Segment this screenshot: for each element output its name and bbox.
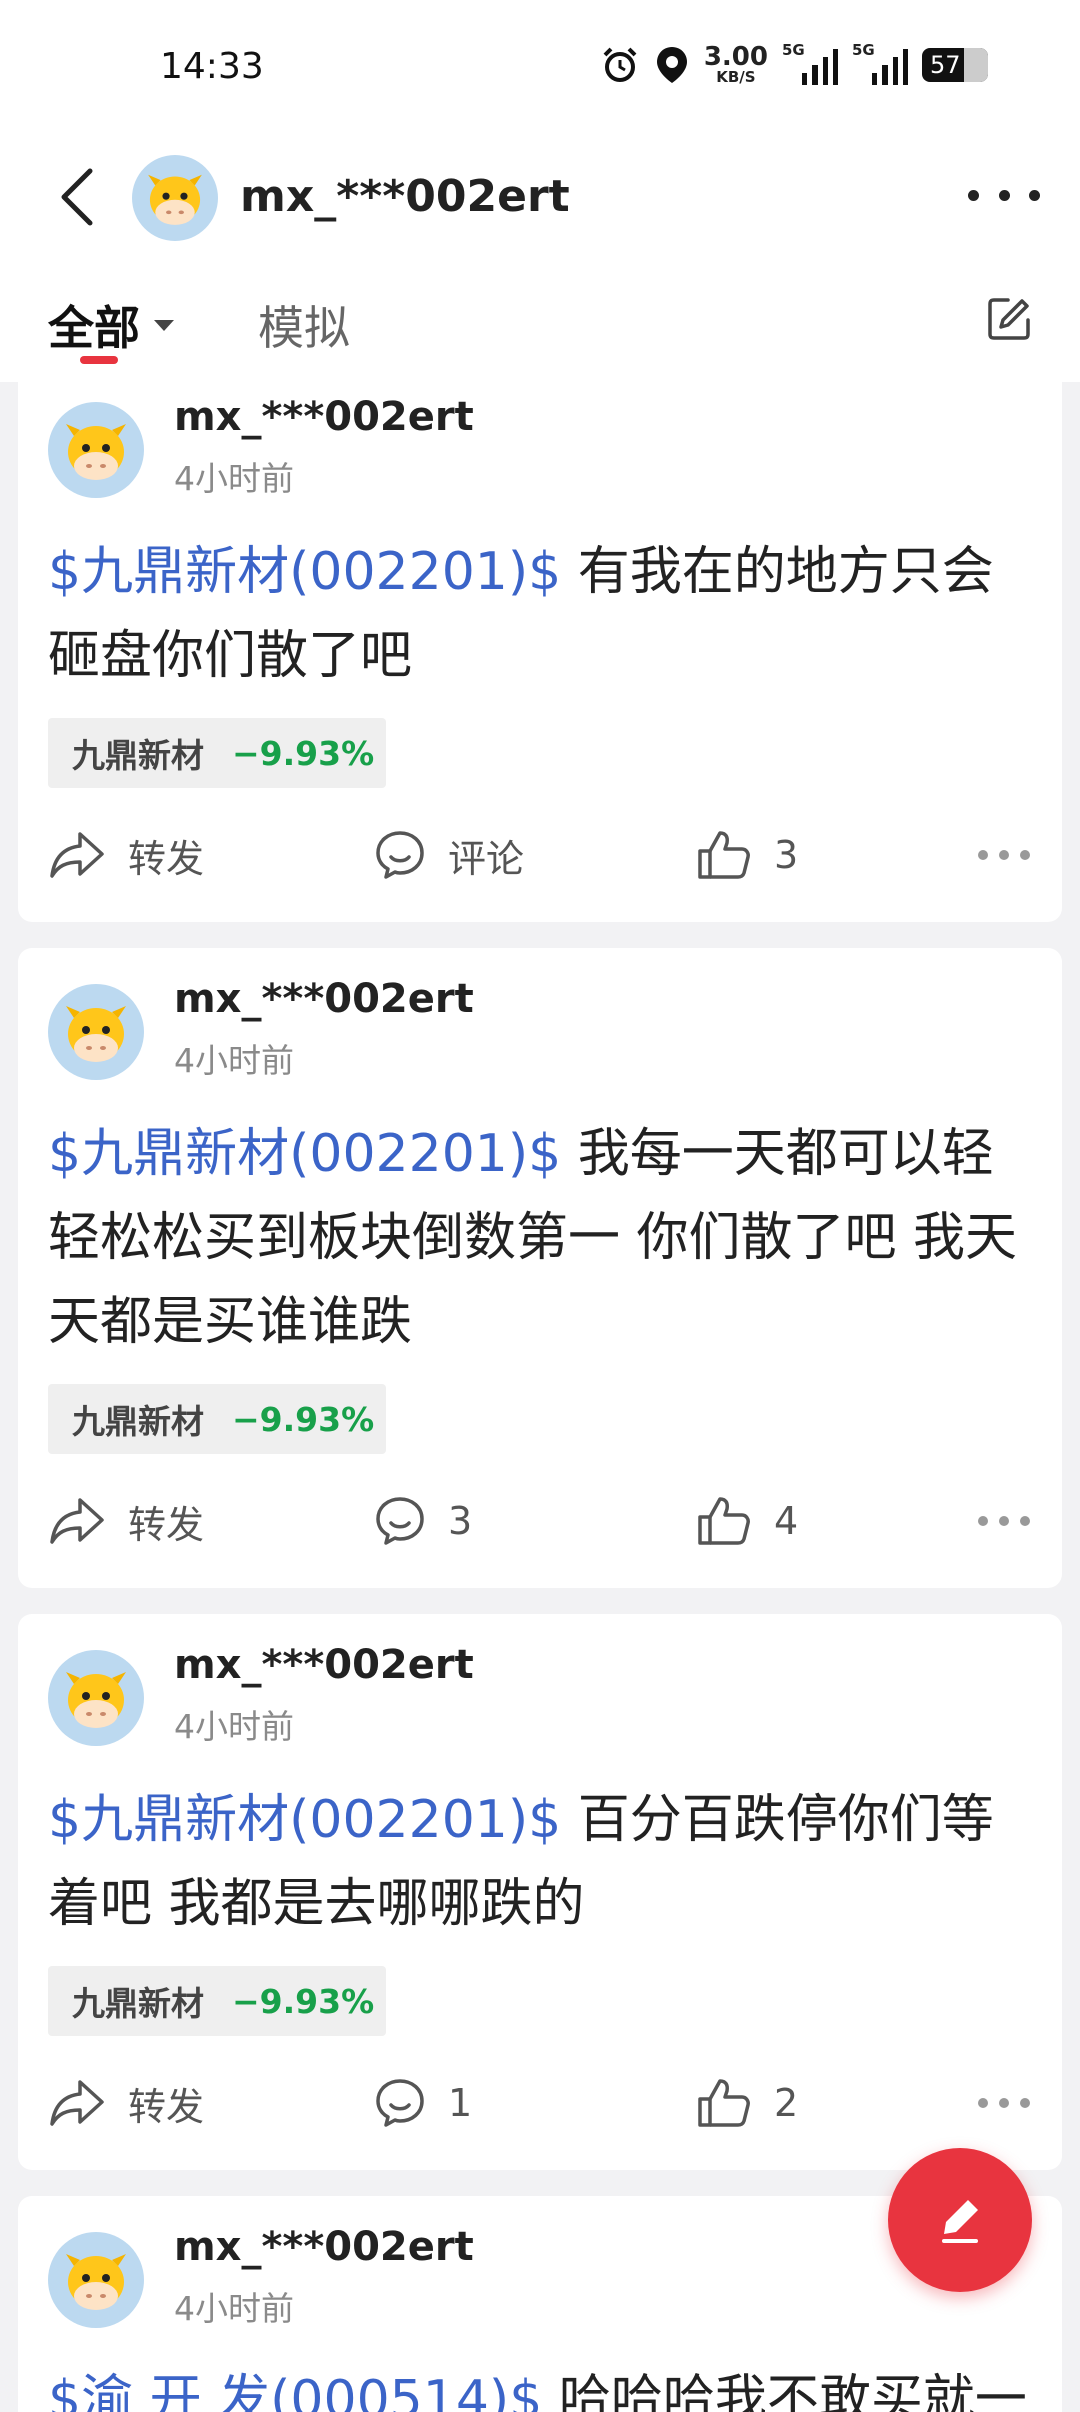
post-content: $渝 开 发(000514)$ 哈哈哈我不敢买就一 bbox=[48, 2358, 1038, 2412]
stock-link[interactable]: $九鼎新材(002201)$ bbox=[48, 542, 561, 602]
battery-level: 57 bbox=[930, 50, 961, 79]
floating-compose-button[interactable] bbox=[888, 2148, 1032, 2292]
tab-bar: 全部 模拟 bbox=[0, 260, 1080, 382]
stock-tag[interactable]: 九鼎新材 −9.93% bbox=[48, 718, 386, 788]
stock-tag-name: 九鼎新材 bbox=[72, 1984, 204, 2023]
status-icons: 3.00 KB/S 5G 5G 57 bbox=[600, 41, 988, 85]
back-button[interactable] bbox=[52, 165, 108, 229]
post-content: $九鼎新材(002201)$ 有我在的地方只会砸盘你们散了吧 bbox=[48, 530, 1038, 698]
post-actions: 转发 1 2 bbox=[18, 2068, 1062, 2138]
post-author[interactable]: mx_***002ert bbox=[174, 1642, 474, 1688]
share-icon bbox=[50, 2080, 104, 2126]
top-nav: mx_***002ert bbox=[0, 135, 1080, 260]
comment-icon bbox=[376, 831, 424, 879]
post-more-button[interactable] bbox=[978, 1486, 1030, 1556]
share-button[interactable]: 转发 bbox=[48, 820, 204, 890]
share-label: 转发 bbox=[128, 1502, 205, 1547]
location-icon bbox=[656, 46, 687, 83]
post-actions: 转发 3 4 bbox=[18, 1486, 1062, 1556]
post-text: 哈哈哈我不敢买就一 bbox=[542, 2370, 1027, 2412]
back-arrow-icon bbox=[61, 168, 93, 226]
thumbs-up-icon bbox=[698, 1497, 750, 1545]
pen-icon bbox=[942, 2200, 978, 2243]
comment-button[interactable]: 1 bbox=[374, 2068, 472, 2138]
active-tab-indicator bbox=[80, 356, 118, 364]
signal-icon-2: 5G bbox=[852, 41, 908, 85]
post-card[interactable]: mx_***002ert 4小时前 $九鼎新材(002201)$ 有我在的地方只… bbox=[18, 382, 1062, 922]
avatar[interactable] bbox=[48, 402, 144, 498]
network-speed: 3.00 KB/S bbox=[704, 44, 768, 85]
like-count: 2 bbox=[774, 2081, 799, 2125]
stock-tag-change: −9.93% bbox=[232, 733, 375, 773]
stock-tag-name: 九鼎新材 bbox=[72, 736, 204, 775]
signal-label-2: 5G bbox=[852, 40, 875, 59]
signal-icon: 5G bbox=[782, 41, 838, 85]
like-count: 3 bbox=[774, 833, 799, 877]
comment-count: 1 bbox=[448, 2081, 473, 2125]
thumbs-up-icon bbox=[698, 2079, 750, 2127]
chevron-down-icon bbox=[154, 319, 174, 331]
like-count: 4 bbox=[774, 1499, 799, 1543]
post-card[interactable]: mx_***002ert 4小时前 $九鼎新材(002201)$ 我每一天都可以… bbox=[18, 948, 1062, 1588]
page-title: mx_***002ert bbox=[240, 171, 570, 222]
share-icon bbox=[50, 1498, 104, 1544]
stock-link[interactable]: $九鼎新材(002201)$ bbox=[48, 1124, 561, 1184]
post-time: 4小时前 bbox=[174, 2289, 294, 2328]
comment-count: 3 bbox=[448, 1499, 473, 1543]
avatar[interactable] bbox=[48, 984, 144, 1080]
edit-icon bbox=[988, 298, 1030, 340]
alarm-icon bbox=[603, 47, 637, 82]
post-author[interactable]: mx_***002ert bbox=[174, 976, 474, 1022]
share-icon bbox=[50, 832, 104, 878]
share-label: 转发 bbox=[128, 2084, 205, 2129]
tab-all-label: 全部 bbox=[48, 301, 140, 355]
post-content: $九鼎新材(002201)$ 我每一天都可以轻轻松松买到板块倒数第一 你们散了吧… bbox=[48, 1112, 1038, 1364]
comment-label: 评论 bbox=[448, 836, 525, 881]
post-author[interactable]: mx_***002ert bbox=[174, 2224, 474, 2270]
stock-tag[interactable]: 九鼎新材 −9.93% bbox=[48, 1384, 386, 1454]
comment-icon bbox=[376, 1497, 424, 1545]
post-author[interactable]: mx_***002ert bbox=[174, 394, 474, 440]
status-time: 14:33 bbox=[160, 46, 264, 87]
share-label: 转发 bbox=[128, 836, 205, 881]
stock-tag-change: −9.93% bbox=[232, 1399, 375, 1439]
like-button[interactable]: 4 bbox=[696, 1486, 798, 1556]
stock-tag-name: 九鼎新材 bbox=[72, 1402, 204, 1441]
stock-link[interactable]: $渝 开 发(000514)$ bbox=[48, 2370, 542, 2412]
post-actions: 转发 评论 3 bbox=[18, 820, 1062, 890]
stock-link[interactable]: $九鼎新材(002201)$ bbox=[48, 1790, 561, 1850]
status-bar: 14:33 3.00 KB/S 5G 5G 57 bbox=[0, 0, 1080, 135]
tab-all[interactable]: 全部 bbox=[48, 292, 174, 358]
stock-tag[interactable]: 九鼎新材 −9.93% bbox=[48, 1966, 386, 2036]
share-button[interactable]: 转发 bbox=[48, 1486, 204, 1556]
post-time: 4小时前 bbox=[174, 1041, 294, 1080]
post-card[interactable]: mx_***002ert 4小时前 $九鼎新材(002201)$ 百分百跌停你们… bbox=[18, 1614, 1062, 2170]
share-button[interactable]: 转发 bbox=[48, 2068, 204, 2138]
avatar[interactable] bbox=[48, 1650, 144, 1746]
comment-icon bbox=[376, 2079, 424, 2127]
comment-button[interactable]: 3 bbox=[374, 1486, 472, 1556]
battery-icon: 57 bbox=[922, 47, 988, 82]
stock-tag-change: −9.93% bbox=[232, 1981, 375, 2021]
like-button[interactable]: 3 bbox=[696, 820, 798, 890]
post-more-button[interactable] bbox=[978, 820, 1030, 890]
post-feed: mx_***002ert 4小时前 $九鼎新材(002201)$ 有我在的地方只… bbox=[18, 382, 1062, 2412]
post-more-button[interactable] bbox=[978, 2068, 1030, 2138]
speed-value: 3.00 bbox=[703, 42, 768, 72]
speed-unit: KB/S bbox=[716, 68, 756, 86]
avatar[interactable] bbox=[48, 2232, 144, 2328]
signal-label: 5G bbox=[782, 40, 805, 59]
thumbs-up-icon bbox=[698, 831, 750, 879]
tab-simulation[interactable]: 模拟 bbox=[258, 292, 350, 358]
compose-button[interactable] bbox=[986, 296, 1032, 342]
more-options-button[interactable] bbox=[968, 173, 1040, 217]
like-button[interactable]: 2 bbox=[696, 2068, 798, 2138]
comment-button[interactable]: 评论 bbox=[374, 820, 524, 890]
avatar[interactable] bbox=[132, 155, 218, 241]
post-time: 4小时前 bbox=[174, 1707, 294, 1746]
post-time: 4小时前 bbox=[174, 459, 294, 498]
post-content: $九鼎新材(002201)$ 百分百跌停你们等着吧 我都是去哪哪跌的 bbox=[48, 1778, 1038, 1946]
